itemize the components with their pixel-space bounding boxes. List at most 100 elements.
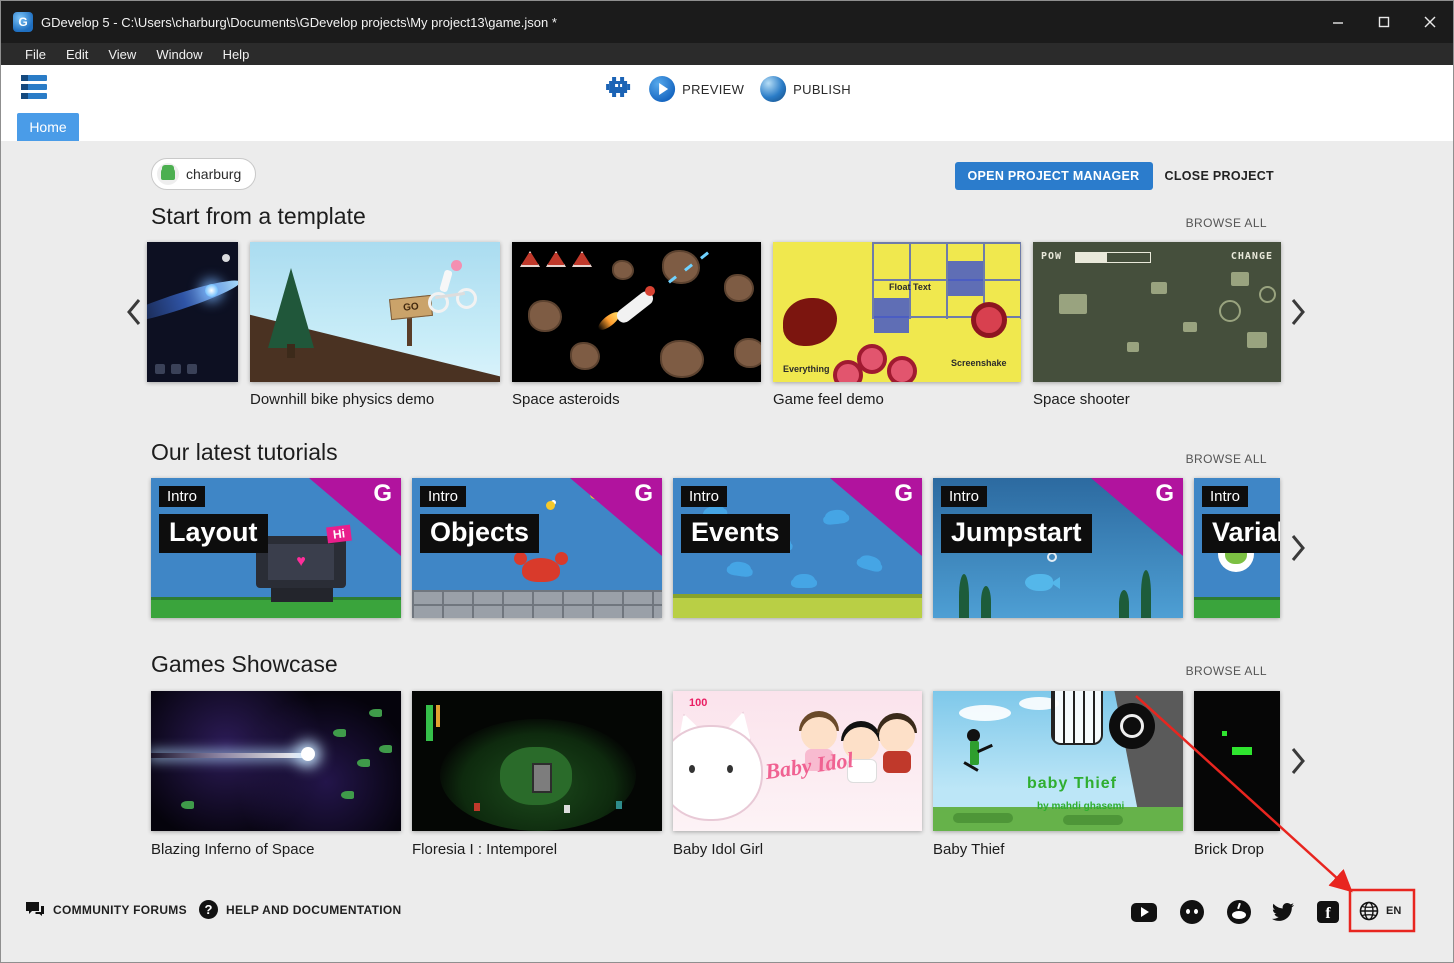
debugger-icon[interactable] [603, 73, 633, 106]
tab-home[interactable]: Home [17, 113, 79, 141]
screenshake-label: Screenshake [951, 358, 1007, 368]
help-documentation-link[interactable]: ? HELP AND DOCUMENTATION [199, 900, 402, 919]
cloud-art [959, 705, 1011, 721]
menu-window[interactable]: Window [156, 47, 202, 62]
template-card-spaceshooter[interactable]: POW CHANGE [1033, 242, 1281, 382]
grid-cell-art [948, 261, 983, 296]
badge-label: 100 [689, 697, 707, 709]
tutorials-browse-all[interactable]: BROWSE ALL [1186, 452, 1267, 466]
showcase-next-chevron-icon[interactable] [1288, 745, 1308, 777]
enemy-art [357, 759, 370, 767]
cat-art [673, 725, 763, 821]
template-card-asteroids[interactable] [512, 242, 761, 382]
bee-art [546, 501, 555, 510]
biker-art [428, 258, 476, 314]
menu-file[interactable]: File [25, 47, 46, 62]
maximize-icon[interactable] [1361, 1, 1407, 43]
ship-art [1059, 294, 1087, 314]
showcase-browse-all[interactable]: BROWSE ALL [1186, 664, 1267, 678]
pow-hud-label: POW [1041, 251, 1062, 262]
enemy-art [369, 709, 382, 717]
enemy-art [379, 745, 392, 753]
menu-view[interactable]: View [108, 47, 136, 62]
facebook-icon[interactable]: f [1315, 899, 1341, 925]
reddit-icon[interactable] [1226, 899, 1252, 925]
menu-help[interactable]: Help [223, 47, 250, 62]
close-icon[interactable] [1407, 1, 1453, 43]
templates-next-chevron-icon[interactable] [1288, 296, 1308, 328]
bubble-art [1047, 552, 1057, 562]
templates-prev-chevron-icon[interactable] [124, 296, 144, 328]
tree-art [268, 268, 314, 348]
ring-art [1219, 300, 1241, 322]
tutorial-title: Variab [1202, 514, 1280, 553]
showcase-caption: Floresia I : Intemporel [412, 841, 557, 858]
showcase-caption: Baby Thief [933, 841, 1004, 858]
ship-art [1231, 272, 1249, 286]
templates-browse-all[interactable]: BROWSE ALL [1186, 216, 1267, 230]
help-documentation-label: HELP AND DOCUMENTATION [226, 903, 402, 917]
asteroid-art [612, 260, 634, 280]
showcase-card-blazing-inferno[interactable] [151, 691, 401, 831]
template-card-gamefeel[interactable]: Float Text Everything Screenshake [773, 242, 1021, 382]
community-forums-link[interactable]: COMMUNITY FORUMS [25, 901, 187, 919]
showcase-card-baby-idol[interactable]: 100 Baby Idol [673, 691, 922, 831]
asteroid-art [724, 274, 754, 302]
enemy-ship-art [520, 251, 540, 267]
laser-art [700, 252, 709, 260]
tutorial-card-variables[interactable]: +1 Intro Variab [1194, 478, 1280, 618]
change-hud-label: CHANGE [1231, 251, 1273, 262]
youtube-icon[interactable] [1131, 899, 1157, 925]
asteroid-art [662, 250, 700, 284]
showcase-caption: Baby Idol Girl [673, 841, 763, 858]
menu-edit[interactable]: Edit [66, 47, 88, 62]
showcase-caption: Brick Drop [1194, 841, 1264, 858]
showcase-card-floresia[interactable] [412, 691, 662, 831]
character-art [977, 744, 993, 753]
asteroid-art [660, 340, 704, 378]
showcase-caption: Blazing Inferno of Space [151, 841, 314, 858]
menu-bar: File Edit View Window Help [1, 43, 1453, 65]
seaweed-art [1141, 570, 1151, 618]
close-project-button[interactable]: CLOSE PROJECT [1165, 169, 1274, 183]
preview-button[interactable]: PREVIEW [649, 76, 744, 102]
crab-art [857, 553, 882, 573]
open-project-manager-button[interactable]: OPEN PROJECT MANAGER [955, 162, 1153, 190]
tutorial-title: Events [681, 514, 790, 553]
template-card-comet[interactable] [147, 242, 238, 382]
comet-art [205, 284, 218, 297]
language-button[interactable]: EN [1359, 901, 1401, 921]
discord-icon[interactable] [1179, 899, 1205, 925]
window-title: GDevelop 5 - C:\Users\charburg\Documents… [41, 15, 557, 30]
rocket-art [645, 286, 655, 296]
template-caption: Game feel demo [773, 391, 884, 408]
byline-overlay: by mahdi ghasemi [1037, 801, 1124, 812]
minimize-icon[interactable] [1315, 1, 1361, 43]
asteroid-art [734, 338, 761, 368]
template-caption: Space shooter [1033, 391, 1130, 408]
showcase-card-baby-thief[interactable]: baby Thief by mahdi ghasemi [933, 691, 1183, 831]
tutorial-card-objects[interactable]: G Intro Objects [412, 478, 662, 618]
gdevelop-logo-icon: G [634, 480, 653, 508]
avatar [157, 163, 179, 185]
ball-art [1222, 731, 1227, 736]
user-chip[interactable]: charburg [151, 158, 256, 190]
monitor-art: ♥ [256, 536, 346, 588]
twitter-icon[interactable] [1270, 899, 1296, 925]
tutorial-card-jumpstart[interactable]: G Intro Jumpstart [933, 478, 1183, 618]
template-caption: Downhill bike physics demo [250, 391, 434, 408]
tutorial-title: Jumpstart [941, 514, 1092, 553]
tutorial-card-layout[interactable]: ♥ Hi G Intro Layout [151, 478, 401, 618]
publish-button[interactable]: PUBLISH [760, 76, 851, 102]
intro-tag: Intro [681, 486, 727, 507]
tutorials-next-chevron-icon[interactable] [1288, 532, 1308, 564]
preview-label: PREVIEW [682, 82, 744, 97]
monitor-art [271, 588, 333, 602]
play-icon [649, 76, 675, 102]
go-sign-label: GO [403, 301, 420, 314]
tutorial-card-events[interactable]: G Intro Events [673, 478, 922, 618]
showcase-card-brick-drop[interactable] [1194, 691, 1280, 831]
project-manager-icon[interactable] [19, 73, 53, 105]
grid-cell-art [874, 298, 909, 333]
template-card-bike[interactable]: GO [250, 242, 500, 382]
